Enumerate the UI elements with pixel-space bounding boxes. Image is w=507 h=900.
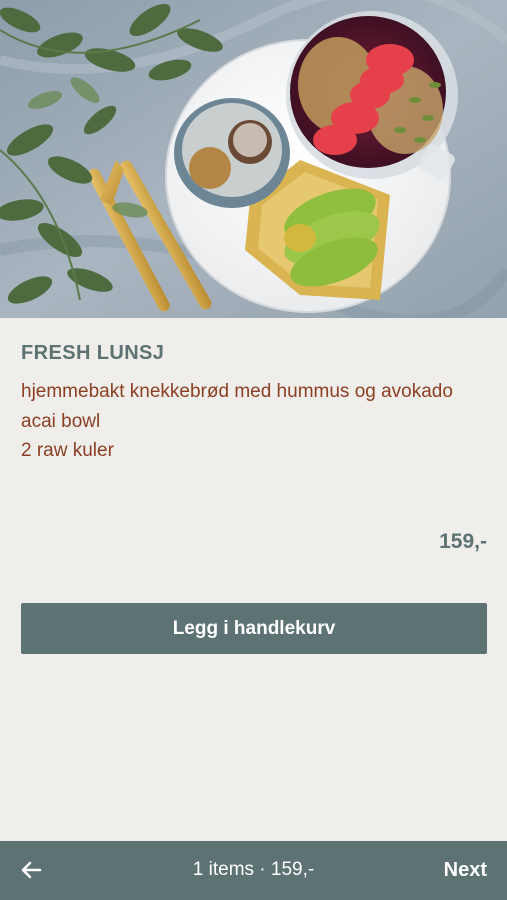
product-price: 159,- [439,530,487,553]
product-description: hjemmebakt knekkebrød med hummus og avok… [21,377,461,466]
product-image [0,0,507,318]
description-line: acai bowl [21,410,101,432]
next-button[interactable]: Next [444,859,487,882]
cart-bottom-bar: 1 items · 159,- Next [0,841,507,900]
description-line: hjemmebakt knekkebrød med hummus og avok… [21,381,453,402]
cart-summary[interactable]: 1 items · 159,- [0,859,507,881]
product-title: FRESH LUNSJ [21,342,165,364]
add-to-cart-button[interactable]: Legg i handlekurv [21,603,487,654]
product-details: FRESH LUNSJ hjemmebakt knekkebrød med hu… [0,318,507,841]
description-line: 2 raw kuler [21,440,114,461]
